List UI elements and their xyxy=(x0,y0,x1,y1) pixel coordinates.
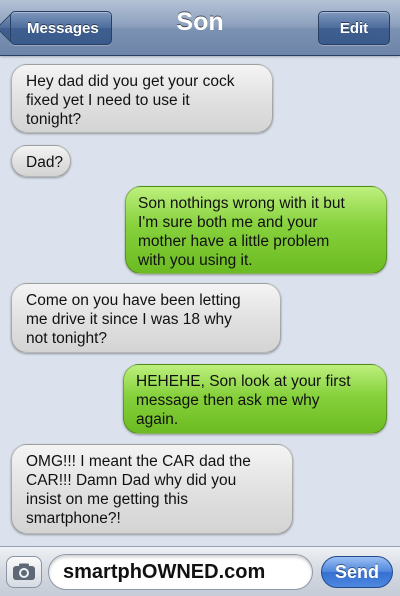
outgoing-message[interactable]: HEHEHE, Son look at your first message t… xyxy=(123,364,387,434)
message-input-value: smartphOWNED.com xyxy=(63,560,266,583)
back-button[interactable]: Messages xyxy=(10,11,112,45)
composer-bar: smartphOWNED.com Send xyxy=(0,546,400,596)
outgoing-message[interactable]: Son nothings wrong with it but I'm sure … xyxy=(125,186,387,274)
conversation-screen: Messages Son Edit Hey dad did you get yo… xyxy=(0,0,400,596)
edit-button-label: Edit xyxy=(339,19,369,37)
send-button-label: Send xyxy=(334,561,379,582)
back-button-label: Messages xyxy=(27,19,99,37)
edit-button[interactable]: Edit xyxy=(318,11,390,45)
incoming-message[interactable]: Dad? xyxy=(11,145,71,177)
message-input[interactable]: smartphOWNED.com xyxy=(48,554,313,590)
nav-bar: Messages Son Edit xyxy=(0,0,400,56)
incoming-message[interactable]: Come on you have been letting me drive i… xyxy=(11,283,281,353)
camera-icon xyxy=(13,563,35,580)
incoming-message[interactable]: Hey dad did you get your cock fixed yet … xyxy=(11,64,273,133)
incoming-message[interactable]: OMG!!! I meant the CAR dad the CAR!!! Da… xyxy=(11,444,293,534)
camera-button[interactable] xyxy=(6,556,42,588)
send-button[interactable]: Send xyxy=(321,556,393,588)
